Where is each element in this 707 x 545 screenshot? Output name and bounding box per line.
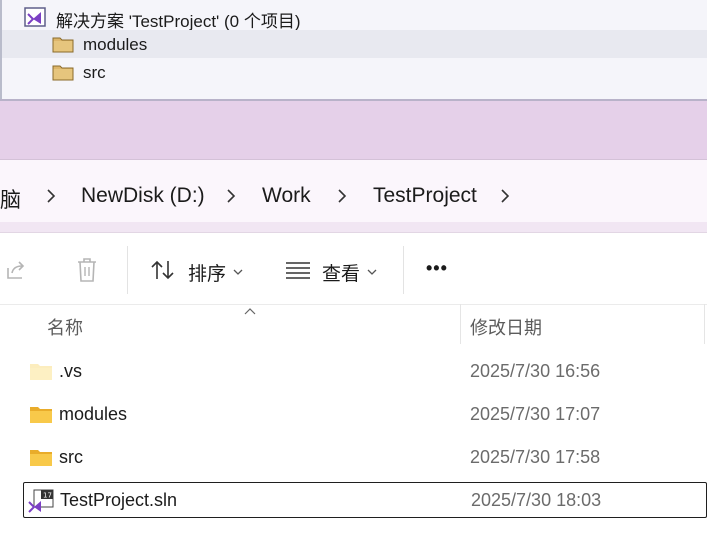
column-header-name[interactable]: 名称 <box>47 314 83 340</box>
solution-item-modules[interactable]: modules <box>2 30 707 58</box>
toolbar-separator <box>127 246 128 294</box>
file-name: src <box>59 447 83 467</box>
sort-up-indicator-icon <box>243 303 257 321</box>
solution-item-src[interactable]: src <box>2 58 707 86</box>
toolbar-separator <box>403 246 404 294</box>
solution-item-label: modules <box>83 35 148 54</box>
folder-icon <box>52 36 74 58</box>
file-row-selected[interactable]: 17 TestProject.sln 2025/7/30 18:03 <box>23 482 707 518</box>
chevron-right-icon[interactable] <box>498 187 512 205</box>
chevron-right-icon[interactable] <box>335 187 349 205</box>
file-date: 2025/7/30 18:03 <box>471 490 602 510</box>
file-date: 2025/7/30 16:56 <box>470 361 601 381</box>
file-date: 2025/7/30 17:58 <box>470 447 601 467</box>
column-separator[interactable] <box>460 304 461 344</box>
breadcrumb-item-testproject[interactable]: TestProject <box>373 184 477 208</box>
address-bar-margin <box>0 222 707 232</box>
sort-arrows-icon <box>150 259 176 286</box>
solution-explorer: 解决方案 'TestProject' (0 个项目) modules src <box>0 0 707 101</box>
breadcrumb-item-drive[interactable]: NewDisk (D:) <box>81 184 205 208</box>
sort-label: 排序 <box>188 264 227 285</box>
column-separator[interactable] <box>704 304 705 344</box>
column-header-date-modified[interactable]: 修改日期 <box>470 314 542 340</box>
chevron-down-icon <box>232 264 244 282</box>
file-date: 2025/7/30 17:07 <box>470 404 601 424</box>
chevron-right-icon[interactable] <box>224 187 238 205</box>
solution-root-node[interactable]: 解决方案 'TestProject' (0 个项目) <box>2 3 707 31</box>
solution-root-label: 解决方案 'TestProject' (0 个项目) <box>56 12 301 31</box>
sort-button[interactable]: 排序 <box>150 254 250 286</box>
view-button[interactable]: 查看 <box>285 254 385 286</box>
file-name: .vs <box>59 361 83 381</box>
folder-icon <box>52 64 74 86</box>
folder-hidden-icon <box>29 362 53 386</box>
solution-item-label: src <box>83 63 106 82</box>
breadcrumb-item-work[interactable]: Work <box>262 184 311 208</box>
more-options-button[interactable]: ••• <box>426 258 448 279</box>
file-name: modules <box>59 404 128 424</box>
file-row[interactable]: .vs 2025/7/30 16:56 <box>23 354 707 390</box>
chevron-right-icon[interactable] <box>44 187 58 205</box>
version-badge: 17 <box>43 492 52 500</box>
file-row[interactable]: modules 2025/7/30 17:07 <box>23 397 707 433</box>
folder-icon <box>29 448 53 472</box>
file-name: TestProject.sln <box>60 490 178 510</box>
trash-icon[interactable] <box>75 257 99 288</box>
view-label: 查看 <box>322 264 361 285</box>
divider <box>0 304 707 305</box>
breadcrumb-item-this-pc[interactable]: 脑 <box>0 184 21 214</box>
chevron-down-icon <box>366 264 378 282</box>
view-lines-icon <box>285 261 311 284</box>
visual-studio-solution-icon <box>24 7 46 32</box>
window-title-bar <box>0 101 707 159</box>
share-icon[interactable] <box>4 258 28 287</box>
file-row[interactable]: src 2025/7/30 17:58 <box>23 440 707 476</box>
folder-icon <box>29 405 53 429</box>
visual-studio-solution-icon: 17 <box>28 489 54 518</box>
